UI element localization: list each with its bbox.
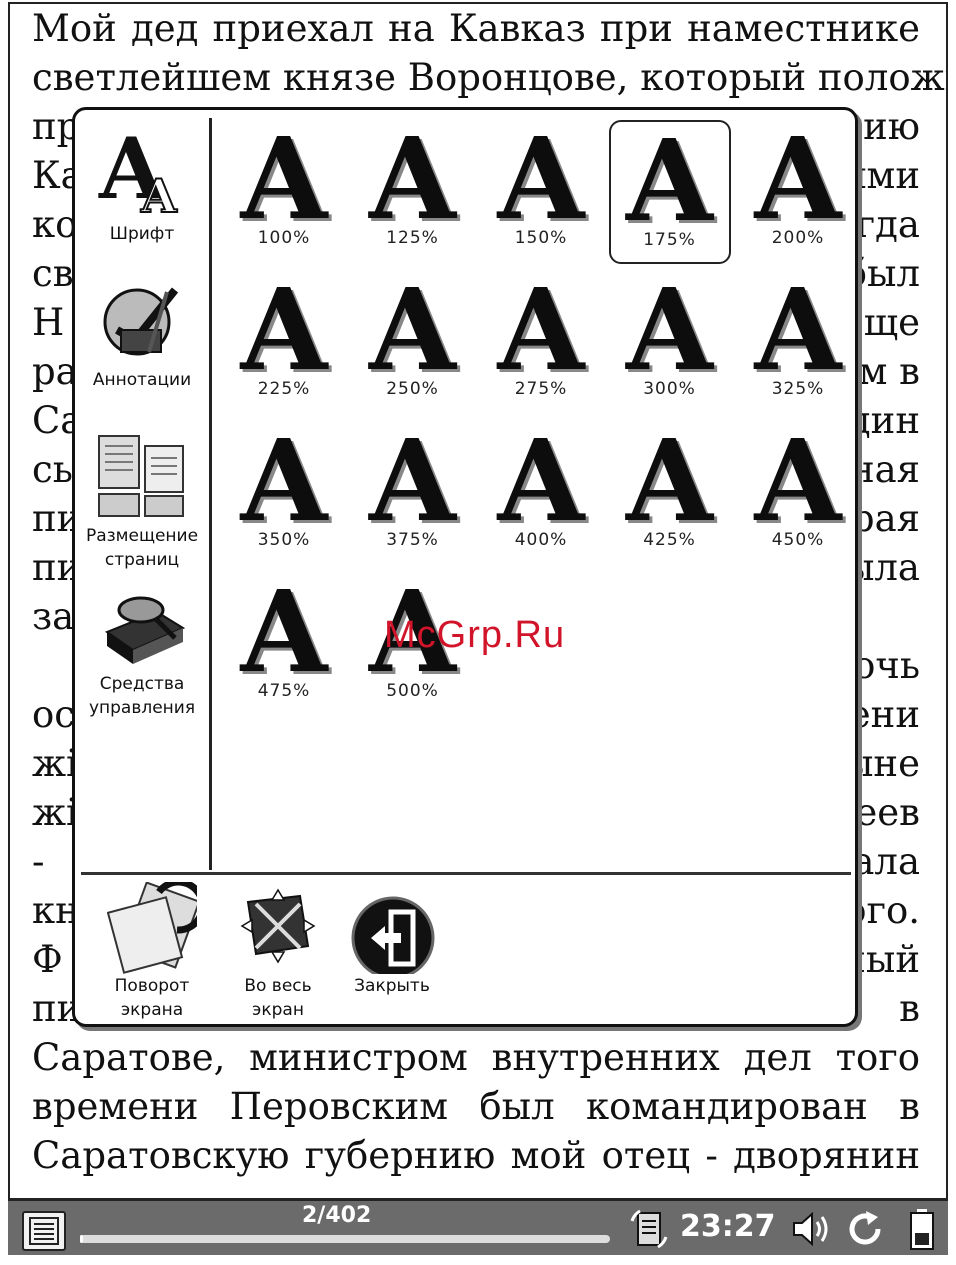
clock: 23:27	[680, 1209, 776, 1244]
sidebar-item-controls[interactable]: Средства управления	[75, 592, 209, 720]
font-glyph-icon: A	[754, 265, 842, 396]
book-line-left: ра	[32, 350, 78, 393]
button-label: Во весь экран	[244, 976, 312, 1020]
font-glyph-icon: A	[754, 416, 842, 547]
close-exit-icon	[351, 896, 435, 974]
font-size-option[interactable]: A 175%	[608, 116, 731, 264]
book-line-right: очь	[853, 644, 920, 687]
page-layout-icon	[98, 435, 184, 517]
font-size-option[interactable]: A 100%	[223, 120, 345, 264]
font-glyph-icon: A	[240, 114, 328, 245]
font-size-option[interactable]: A 200%	[737, 120, 859, 264]
reader-frame: Мой дед приехал на Кавказ при наместнике…	[8, 2, 948, 1253]
watermark: McGrp.Ru	[384, 614, 566, 656]
dialog-sidebar: A A Шрифт Аннотации Размещение страниц С…	[75, 118, 212, 870]
font-icon: A A	[98, 126, 179, 216]
rotate-screen-button[interactable]: Поворот экрана	[89, 882, 215, 1022]
font-glyph-icon: A	[626, 116, 713, 247]
status-bar: 2/402 23:27	[8, 1198, 948, 1255]
progress-fill	[80, 1235, 83, 1243]
annotation-icon	[103, 287, 179, 356]
book-line: Саратове, министром внутренних дел того	[32, 1036, 920, 1079]
book-line-right: ала	[852, 840, 920, 883]
controls-icon	[104, 596, 186, 664]
book-line: времени Перовским был командирован в	[32, 1085, 920, 1128]
font-glyph-icon: A	[626, 265, 713, 396]
book-line: Саратовскую губернию мой отец - дворянин	[32, 1134, 920, 1177]
book-line-right: ная	[849, 448, 920, 491]
book-line-left: Н	[32, 301, 65, 344]
menu-button[interactable]	[22, 1211, 66, 1251]
font-glyph-icon: A	[369, 265, 456, 396]
font-size-option[interactable]: A 325%	[737, 271, 859, 415]
refresh-icon[interactable]	[846, 1209, 886, 1249]
book-line-left: Ф	[32, 938, 63, 981]
font-size-option[interactable]: A 300%	[609, 271, 731, 415]
menu-list-icon	[29, 1217, 59, 1245]
divider	[81, 872, 851, 875]
sidebar-item-label: Размещение страниц	[85, 526, 199, 570]
page-rotation-icon[interactable]	[628, 1207, 670, 1251]
font-size-option[interactable]: A 475%	[223, 573, 345, 717]
battery-icon	[910, 1209, 934, 1250]
book-line-left: сь	[32, 448, 73, 491]
book-line-right: в	[899, 987, 920, 1030]
book-line-right: ени	[848, 693, 920, 736]
book-line-left: ко	[32, 203, 78, 246]
font-glyph-icon: A	[369, 416, 456, 547]
font-size-option[interactable]: A 225%	[223, 271, 345, 415]
sidebar-item-page-layout[interactable]: Размещение страниц	[75, 432, 209, 572]
font-glyph-icon: A	[626, 416, 713, 547]
sidebar-item-label: Шрифт	[109, 224, 175, 244]
font-size-dialog: A A Шрифт Аннотации Размещение страниц С…	[72, 107, 858, 1027]
book-line-left: св	[32, 252, 74, 295]
button-label: Поворот экрана	[114, 976, 190, 1020]
book-line-left: жі	[32, 791, 78, 834]
font-glyph-icon: A	[497, 114, 585, 245]
font-glyph-icon: A	[369, 114, 456, 245]
book-line-right: еев	[855, 791, 920, 834]
font-size-option[interactable]: A 400%	[480, 422, 602, 566]
volume-icon[interactable]	[790, 1211, 832, 1247]
page-indicator: 2/402	[302, 1203, 372, 1228]
sidebar-item-label: Средства управления	[88, 674, 196, 718]
close-button[interactable]: Закрыть	[337, 882, 447, 998]
sidebar-item-label: Аннотации	[92, 370, 192, 390]
book-line-left: ос	[32, 693, 75, 736]
font-size-option[interactable]: A 425%	[609, 422, 731, 566]
font-size-option[interactable]: A 250%	[352, 271, 474, 415]
font-size-option[interactable]: A 350%	[223, 422, 345, 566]
sidebar-item-annotations[interactable]: Аннотации	[75, 282, 209, 392]
book-line-right: рая	[850, 497, 920, 540]
book-line: Мой дед приехал на Кавказ при наместнике	[32, 7, 920, 50]
button-label: Закрыть	[354, 976, 430, 996]
font-size-option[interactable]: A 450%	[737, 422, 859, 566]
font-size-option[interactable]: A 150%	[480, 120, 602, 264]
reading-progress-bar[interactable]	[80, 1235, 610, 1243]
font-glyph-icon: A	[497, 416, 585, 547]
book-line-left: жі	[32, 742, 78, 785]
font-size-option[interactable]: A 275%	[480, 271, 602, 415]
font-glyph-icon: A	[240, 567, 328, 698]
rotate-screen-icon	[107, 882, 197, 974]
fullscreen-button[interactable]: Во весь экран	[221, 882, 335, 1022]
font-glyph-icon: A	[497, 265, 585, 396]
sidebar-item-font[interactable]: A A Шрифт	[75, 126, 209, 246]
book-line-left: -	[32, 840, 45, 883]
font-size-option[interactable]: A 375%	[352, 422, 474, 566]
font-glyph-icon: A	[754, 114, 842, 245]
book-line-left: за	[32, 595, 75, 638]
font-glyph-icon: A	[240, 416, 328, 547]
book-line: светлейшем князе Воронцове, который поло…	[32, 56, 948, 99]
fullscreen-icon	[240, 888, 316, 964]
svg-text:A: A	[140, 169, 178, 216]
font-glyph-icon: A	[240, 265, 328, 396]
font-size-option[interactable]: A 125%	[352, 120, 474, 264]
